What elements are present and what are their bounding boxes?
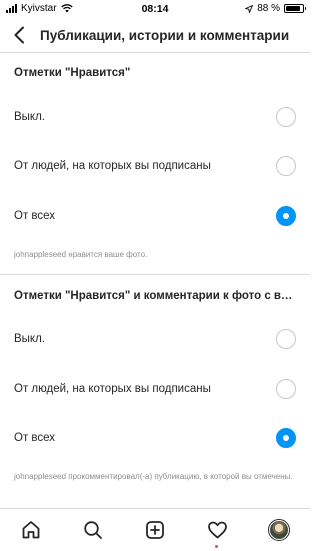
- radio-button[interactable]: [276, 428, 296, 448]
- battery-percent: 88 %: [257, 3, 280, 14]
- radio-button[interactable]: [276, 107, 296, 127]
- notification-dot: [215, 545, 218, 548]
- tab-search[interactable]: [73, 512, 113, 548]
- option-label: От людей, на которых вы подписаны: [14, 383, 211, 395]
- tab-new-post[interactable]: [135, 512, 175, 548]
- option-label: Выкл.: [14, 333, 46, 345]
- option-tagged-off[interactable]: Выкл.: [0, 319, 310, 359]
- hint-likes: johnappleseed нравится ваше фото.: [14, 250, 148, 259]
- home-icon: [22, 521, 40, 539]
- radio-button[interactable]: [276, 156, 296, 176]
- header: Публикации, истории и комментарии: [0, 18, 310, 52]
- status-bar: Kyivstar 08:14 88 %: [0, 0, 310, 18]
- status-right: 88 %: [245, 3, 306, 14]
- section-divider: [0, 274, 310, 275]
- battery-icon: [284, 4, 306, 13]
- radio-button[interactable]: [276, 206, 296, 226]
- radio-button[interactable]: [276, 329, 296, 349]
- battery-fill: [286, 6, 301, 11]
- heart-icon: [207, 521, 227, 539]
- section-title-likes: Отметки "Нравится": [14, 67, 131, 79]
- tab-activity[interactable]: [197, 512, 237, 548]
- option-label: От всех: [14, 210, 56, 222]
- tab-profile[interactable]: [259, 512, 299, 548]
- page-title: Публикации, истории и комментарии: [40, 27, 290, 43]
- section-title-likes-comments-tagged: Отметки "Нравится" и комментарии к фото …: [14, 290, 294, 302]
- search-icon: [84, 521, 102, 539]
- option-tagged-following[interactable]: От людей, на которых вы подписаны: [0, 369, 310, 409]
- new-post-icon: [146, 521, 164, 539]
- chevron-left-icon: [14, 26, 24, 44]
- option-tagged-everyone[interactable]: От всех: [0, 418, 310, 458]
- option-likes-following[interactable]: От людей, на которых вы подписаны: [0, 146, 310, 186]
- radio-button[interactable]: [276, 379, 296, 399]
- option-likes-off[interactable]: Выкл.: [0, 97, 310, 137]
- option-label: От всех: [14, 432, 56, 444]
- tab-bar: [0, 508, 310, 551]
- option-likes-everyone[interactable]: От всех: [0, 196, 310, 236]
- hint-tagged: johnappleseed прокомментировал(-а) публи…: [14, 472, 293, 481]
- avatar-image: [270, 521, 288, 539]
- avatar: [268, 519, 290, 541]
- option-label: Выкл.: [14, 111, 46, 123]
- header-divider: [0, 52, 310, 53]
- back-button[interactable]: [2, 18, 36, 52]
- option-label: От людей, на которых вы подписаны: [14, 160, 211, 172]
- tab-home[interactable]: [11, 512, 51, 548]
- location-icon: [245, 4, 254, 13]
